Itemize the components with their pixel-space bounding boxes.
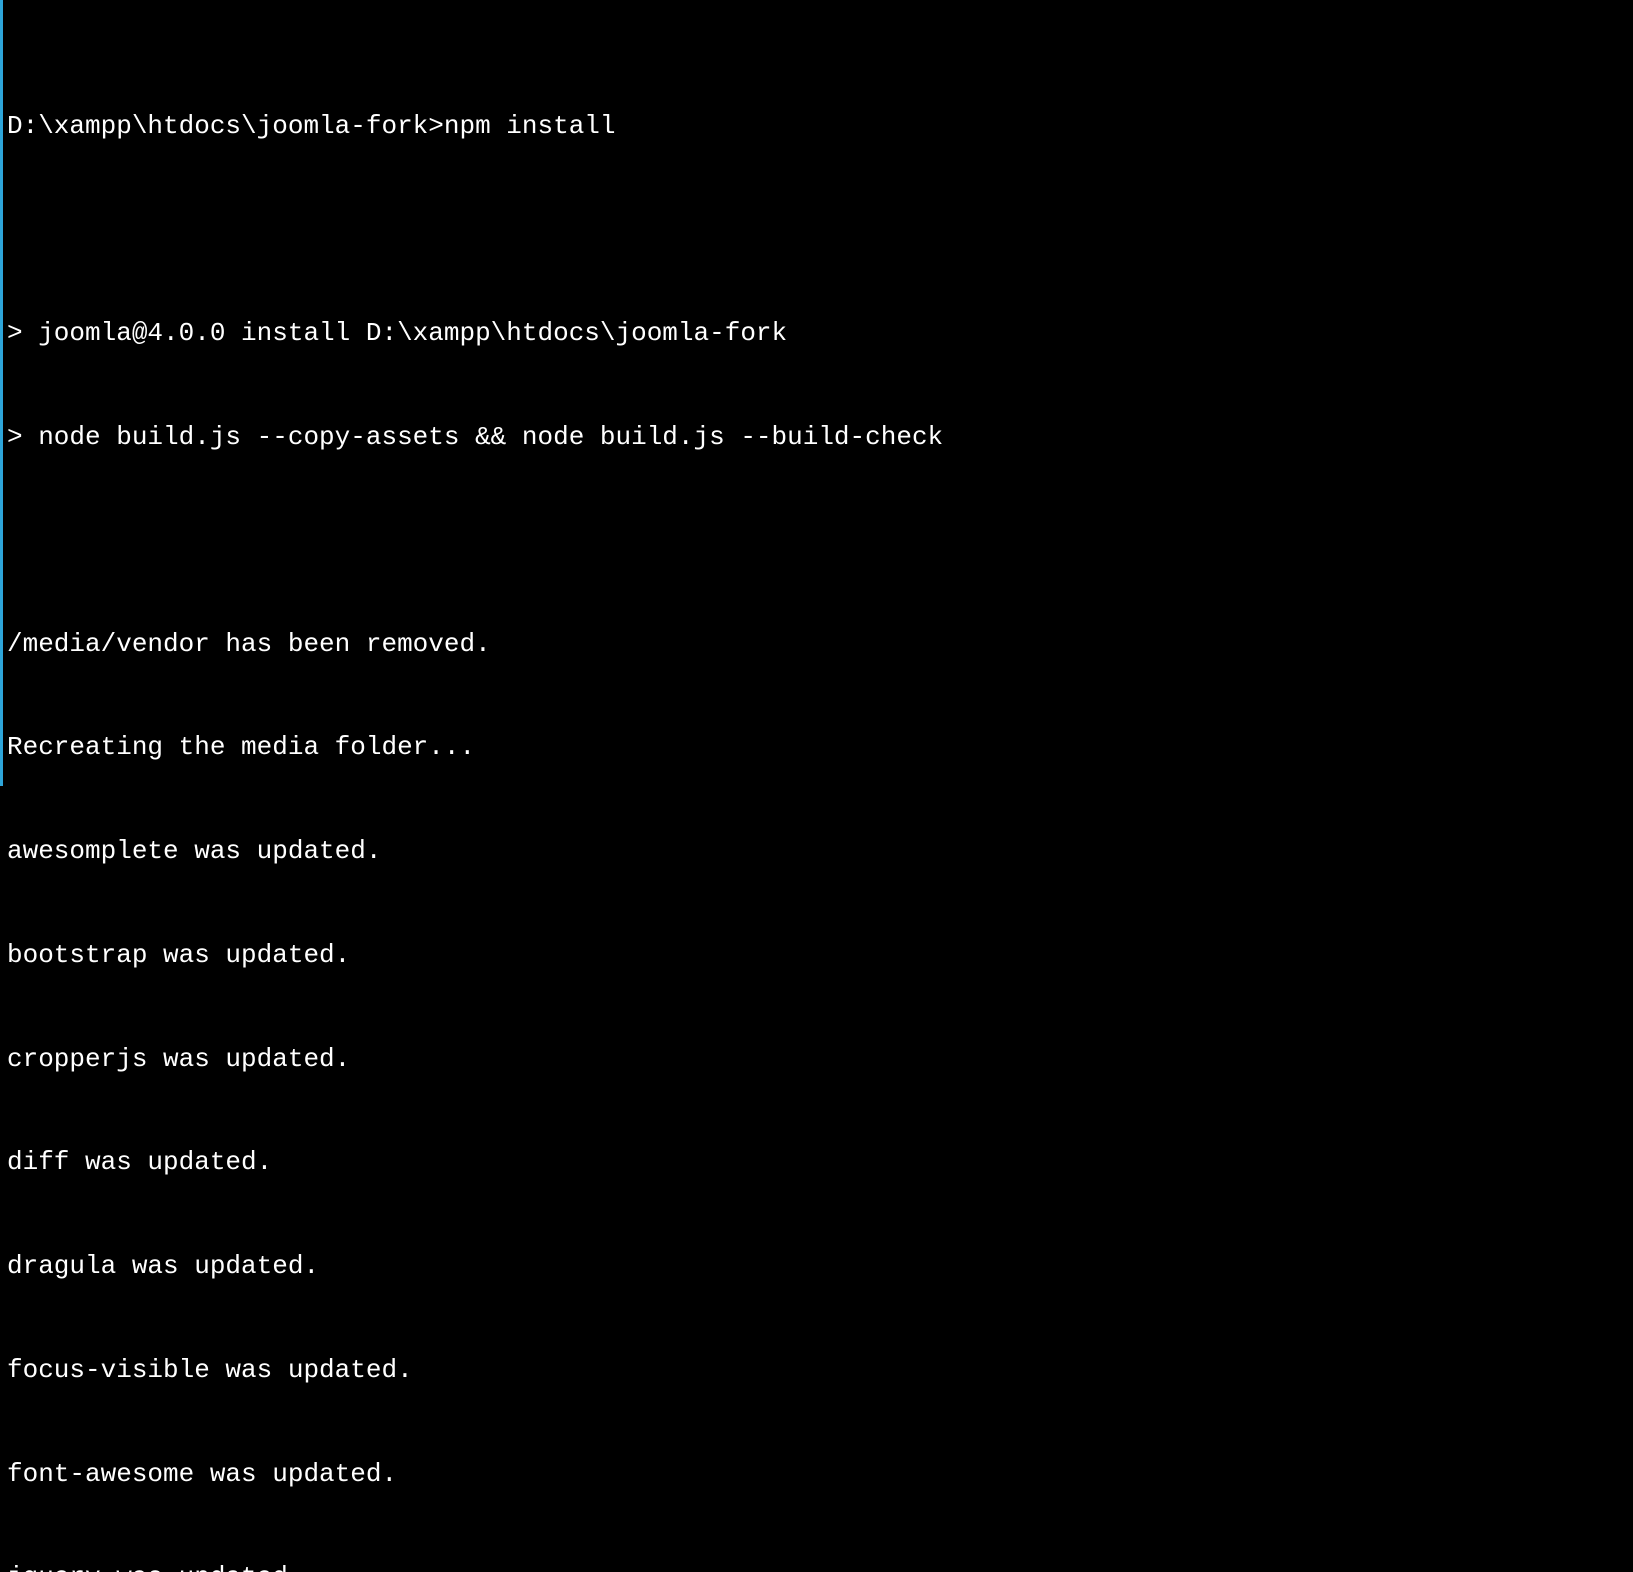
output-line: Recreating the media folder... — [7, 730, 1633, 765]
output-line: dragula was updated. — [7, 1249, 1633, 1284]
output-line: focus-visible was updated. — [7, 1353, 1633, 1388]
blank-line — [7, 524, 1633, 558]
output-line: /media/vendor has been removed. — [7, 627, 1633, 662]
output-line: jquery was updated. — [7, 1560, 1633, 1572]
output-line: cropperjs was updated. — [7, 1042, 1633, 1077]
blank-line — [7, 213, 1633, 247]
output-line: awesomplete was updated. — [7, 834, 1633, 869]
script-output-line: > node build.js --copy-assets && node bu… — [7, 420, 1633, 455]
prompt-line: D:\xampp\htdocs\joomla-fork>npm install — [7, 109, 1633, 144]
output-line: font-awesome was updated. — [7, 1457, 1633, 1492]
terminal-window[interactable]: D:\xampp\htdocs\joomla-fork>npm install … — [3, 0, 1633, 1572]
output-line: bootstrap was updated. — [7, 938, 1633, 973]
script-output-line: > joomla@4.0.0 install D:\xampp\htdocs\j… — [7, 316, 1633, 351]
output-line: diff was updated. — [7, 1145, 1633, 1180]
